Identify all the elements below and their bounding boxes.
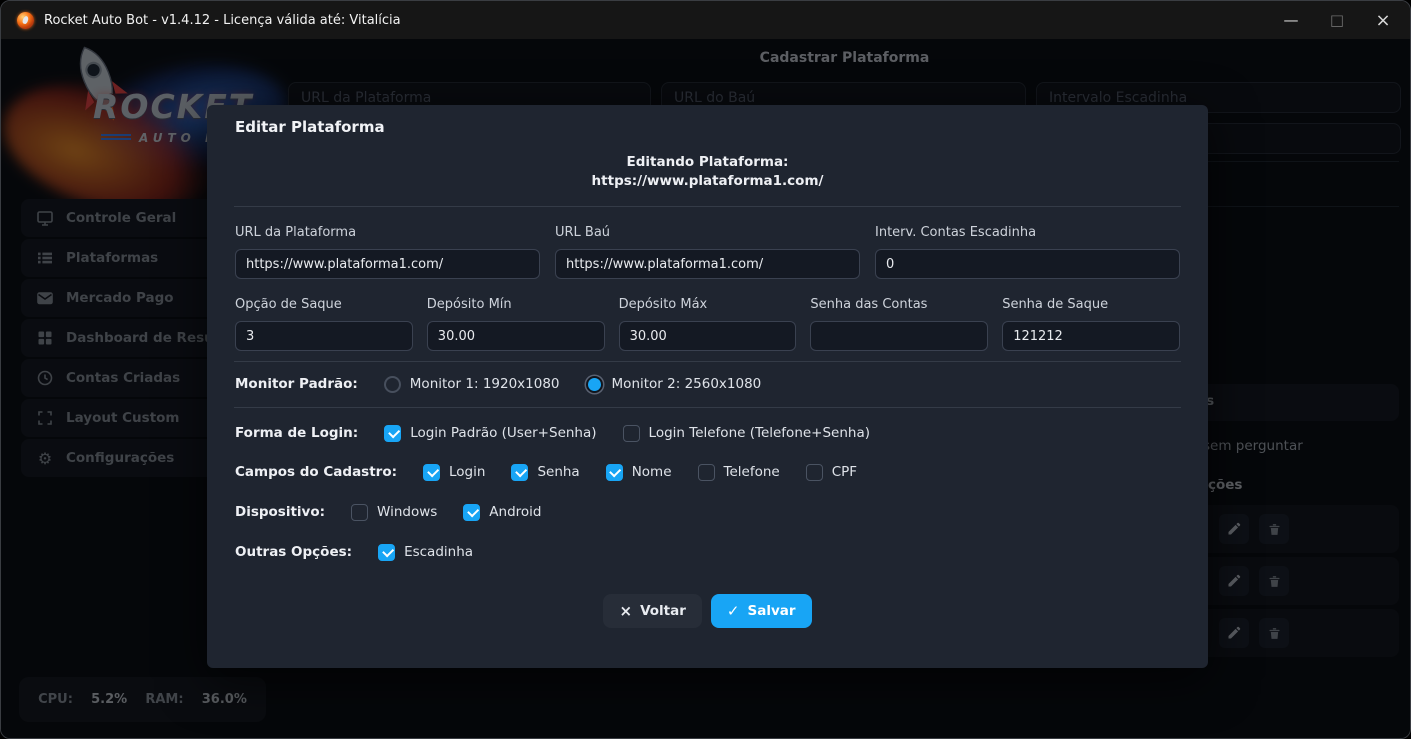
field-label: URL da Plataforma — [235, 225, 540, 240]
close-icon: × — [1375, 10, 1390, 31]
close-button[interactable]: × — [1360, 1, 1406, 39]
modal-buttons-row: × Voltar ✓ Salvar — [235, 594, 1180, 628]
campo-nome-option[interactable]: Nome — [606, 464, 672, 481]
option-label: CPF — [832, 464, 857, 480]
campo-telefone-option[interactable]: Telefone — [698, 464, 780, 481]
device-windows-option[interactable]: Windows — [351, 504, 437, 521]
checkbox-icon[interactable] — [463, 504, 480, 521]
maximize-button[interactable]: □ — [1314, 1, 1360, 39]
campo-cpf-option[interactable]: CPF — [806, 464, 857, 481]
field-label: Depósito Mín — [427, 297, 605, 312]
opcao-saque-input[interactable] — [235, 321, 413, 351]
editing-platform-block: Editando Plataforma: https://www.platafo… — [235, 153, 1180, 191]
option-label: Login — [449, 464, 485, 480]
window-title: Rocket Auto Bot - v1.4.12 - Licença váli… — [44, 13, 401, 28]
other-options-label: Outras Opções: — [235, 544, 352, 560]
window-controls: — □ × — [1268, 1, 1410, 39]
check-icon: ✓ — [727, 602, 740, 620]
checkbox-icon[interactable] — [511, 464, 528, 481]
field-label: Depósito Máx — [619, 297, 797, 312]
salvar-button-label: Salvar — [747, 603, 795, 619]
option-label: Monitor 1: 1920x1080 — [410, 376, 560, 392]
register-fields-label: Campos do Cadastro: — [235, 464, 397, 480]
edit-platform-modal: Editar Plataforma Editando Plataforma: h… — [207, 105, 1208, 668]
field-label: Opção de Saque — [235, 297, 413, 312]
field-labels-row2: Opção de Saque Depósito Mín Depósito Máx… — [235, 297, 1180, 312]
app-icon — [17, 12, 34, 29]
minimize-button[interactable]: — — [1268, 1, 1314, 39]
login-telefone-option[interactable]: Login Telefone (Telefone+Senha) — [623, 425, 870, 442]
device-android-option[interactable]: Android — [463, 504, 541, 521]
option-label: Login Telefone (Telefone+Senha) — [649, 425, 870, 441]
checkbox-icon[interactable] — [423, 464, 440, 481]
radio-icon[interactable] — [384, 376, 401, 393]
monitor-row: Monitor Padrão: Monitor 1: 1920x1080 Mon… — [235, 374, 1180, 394]
voltar-button-label: Voltar — [640, 603, 686, 619]
deposito-min-input[interactable] — [427, 321, 605, 351]
checkbox-icon[interactable] — [806, 464, 823, 481]
device-row: Dispositivo: Windows Android — [235, 502, 1180, 522]
option-label: Nome — [632, 464, 672, 480]
deposito-max-input[interactable] — [619, 321, 797, 351]
titlebar: Rocket Auto Bot - v1.4.12 - Licença váli… — [1, 1, 1410, 39]
checkbox-icon[interactable] — [606, 464, 623, 481]
field-label: Senha das Contas — [810, 297, 988, 312]
monitor-2-option[interactable]: Monitor 2: 2560x1080 — [586, 376, 762, 393]
checkbox-icon[interactable] — [384, 425, 401, 442]
login-mode-label: Forma de Login: — [235, 425, 358, 441]
campo-login-option[interactable]: Login — [423, 464, 485, 481]
modal-url-plataforma-input[interactable] — [235, 249, 540, 279]
minimize-icon: — — [1284, 11, 1299, 29]
checkbox-icon[interactable] — [378, 544, 395, 561]
monitor-1-option[interactable]: Monitor 1: 1920x1080 — [384, 376, 560, 393]
divider — [234, 361, 1181, 362]
register-fields-row: Campos do Cadastro: Login Senha Nome Tel… — [235, 462, 1180, 482]
divider — [234, 407, 1181, 408]
option-label: Login Padrão (User+Senha) — [410, 425, 596, 441]
maximize-icon: □ — [1330, 11, 1344, 29]
option-label: Senha — [537, 464, 579, 480]
checkbox-icon[interactable] — [698, 464, 715, 481]
voltar-button[interactable]: × Voltar — [603, 594, 701, 628]
field-inputs-row2 — [235, 321, 1180, 351]
field-inputs-row1 — [235, 249, 1180, 279]
modal-url-bau-input[interactable] — [555, 249, 860, 279]
other-options-row: Outras Opções: Escadinha — [235, 542, 1180, 562]
modal-interv-contas-escadinha-input[interactable] — [875, 249, 1180, 279]
login-padrao-option[interactable]: Login Padrão (User+Senha) — [384, 425, 596, 442]
option-label: Windows — [377, 504, 437, 520]
field-label: URL Baú — [555, 225, 860, 240]
content-area: ROCKET AUTO BOT Cadastrar Plataforma Con… — [1, 39, 1410, 738]
monitor-label: Monitor Padrão: — [235, 376, 358, 392]
device-label: Dispositivo: — [235, 504, 325, 520]
field-labels-row1: URL da Plataforma URL Baú Interv. Contas… — [235, 225, 1180, 240]
field-label: Interv. Contas Escadinha — [875, 225, 1180, 240]
option-label: Android — [489, 504, 541, 520]
divider — [234, 206, 1181, 207]
salvar-button[interactable]: ✓ Salvar — [711, 594, 812, 628]
senha-contas-input[interactable] — [810, 321, 988, 351]
checkbox-icon[interactable] — [623, 425, 640, 442]
editing-platform-url: https://www.plataforma1.com/ — [235, 172, 1180, 191]
app-window: Rocket Auto Bot - v1.4.12 - Licença váli… — [0, 0, 1411, 739]
option-label: Telefone — [724, 464, 780, 480]
close-icon: × — [619, 602, 632, 620]
editing-platform-heading: Editando Plataforma: — [235, 153, 1180, 172]
escadinha-option[interactable]: Escadinha — [378, 544, 473, 561]
option-label: Monitor 2: 2560x1080 — [612, 376, 762, 392]
checkbox-icon[interactable] — [351, 504, 368, 521]
modal-title: Editar Plataforma — [235, 105, 1180, 136]
modal-senha-saque-input[interactable] — [1002, 321, 1180, 351]
radio-icon[interactable] — [586, 376, 603, 393]
campo-senha-option[interactable]: Senha — [511, 464, 579, 481]
option-label: Escadinha — [404, 544, 473, 560]
login-mode-row: Forma de Login: Login Padrão (User+Senha… — [235, 423, 1180, 443]
field-label: Senha de Saque — [1002, 297, 1180, 312]
